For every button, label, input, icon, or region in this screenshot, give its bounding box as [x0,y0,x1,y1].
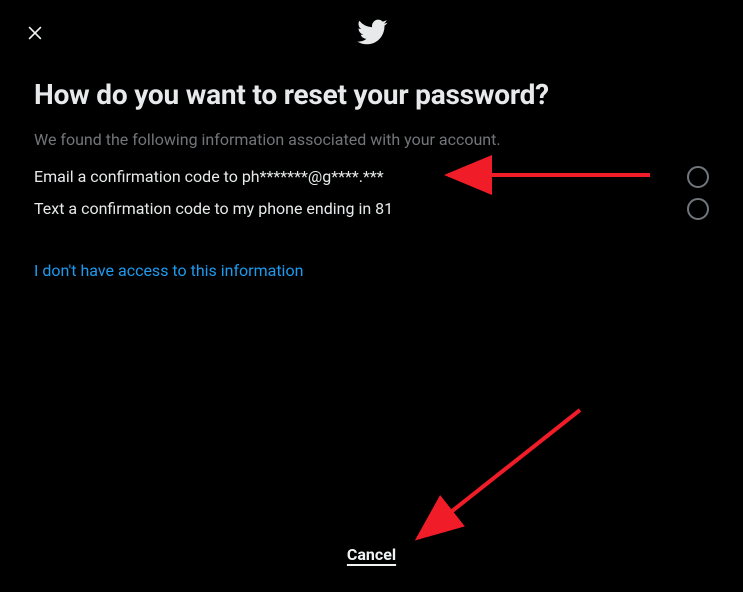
reset-option-sms[interactable]: Text a confirmation code to my phone end… [34,193,709,225]
twitter-logo-icon [356,16,388,52]
cancel-button[interactable]: Cancel [347,545,396,564]
close-icon [25,23,45,47]
radio-icon [687,166,709,188]
radio-icon [687,198,709,220]
reset-option-email[interactable]: Email a confirmation code to ph*******@g… [34,161,709,193]
page-subtitle: We found the following information assoc… [34,129,709,151]
annotation-arrow [400,400,600,564]
page-title: How do you want to reset your password? [34,78,709,111]
no-access-link[interactable]: I don't have access to this information [34,261,303,280]
option-label: Text a confirmation code to my phone end… [34,197,393,221]
close-button[interactable] [18,18,52,52]
option-label: Email a confirmation code to ph*******@g… [34,165,384,189]
